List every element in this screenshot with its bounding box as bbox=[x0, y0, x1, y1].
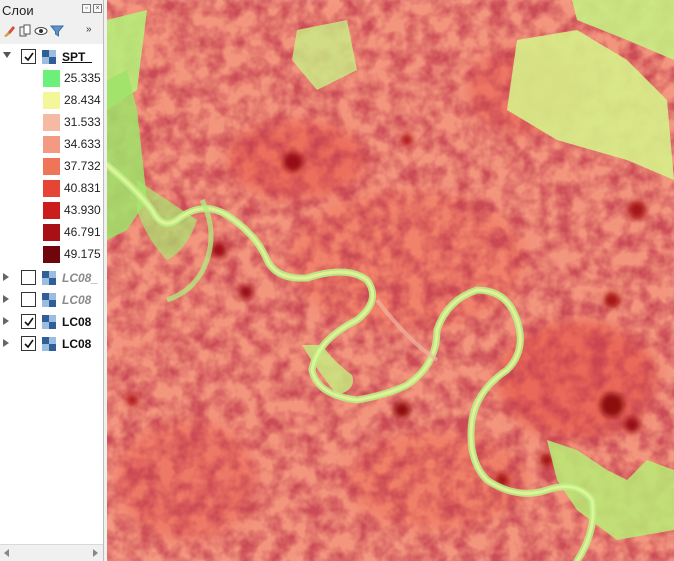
legend-item: 34.633 bbox=[0, 134, 103, 156]
horizontal-scrollbar[interactable] bbox=[0, 544, 103, 561]
legend-item: 40.831 bbox=[0, 178, 103, 200]
layer-visibility-checkbox[interactable] bbox=[21, 336, 36, 351]
legend-label: 31.533 bbox=[64, 115, 101, 129]
scroll-right-icon[interactable] bbox=[93, 549, 98, 557]
layers-panel: Слои ▫ × » SPT_ 25.335 28.434 31.533 34.… bbox=[0, 0, 104, 561]
raster-layer-icon bbox=[42, 50, 56, 64]
legend-item: 28.434 bbox=[0, 90, 103, 112]
collapse-arrow-icon[interactable] bbox=[3, 52, 11, 58]
legend-swatch bbox=[43, 202, 60, 219]
legend-swatch bbox=[43, 70, 60, 87]
layer-row-spt[interactable]: SPT_ bbox=[0, 46, 103, 68]
layer-visibility-checkbox[interactable] bbox=[21, 292, 36, 307]
legend-label: 46.791 bbox=[64, 225, 101, 239]
float-button[interactable]: ▫ bbox=[82, 4, 91, 13]
legend-item: 49.175 bbox=[0, 244, 103, 266]
raster-layer-icon bbox=[42, 293, 56, 307]
raster-layer-icon bbox=[42, 337, 56, 351]
scroll-left-icon[interactable] bbox=[4, 549, 9, 557]
expand-arrow-icon[interactable] bbox=[3, 295, 9, 303]
layer-name: SPT_ bbox=[62, 50, 93, 64]
legend-item: 31.533 bbox=[0, 112, 103, 134]
legend-swatch bbox=[43, 136, 60, 153]
legend-swatch bbox=[43, 180, 60, 197]
legend-swatch bbox=[43, 246, 60, 263]
panel-title: Слои bbox=[2, 3, 34, 18]
legend-label: 28.434 bbox=[64, 93, 101, 107]
visibility-icon[interactable] bbox=[34, 24, 48, 38]
layer-row[interactable]: LC08_ bbox=[0, 267, 103, 289]
panel-toolbar: » bbox=[0, 22, 103, 40]
layer-row[interactable]: LC08 bbox=[0, 333, 103, 355]
panel-titlebar: Слои ▫ × bbox=[0, 0, 103, 20]
add-group-icon[interactable] bbox=[18, 24, 32, 38]
legend-swatch bbox=[43, 92, 60, 109]
legend-swatch bbox=[43, 158, 60, 175]
legend-label: 43.930 bbox=[64, 203, 101, 217]
layer-visibility-checkbox[interactable] bbox=[21, 49, 36, 64]
layer-name: LC08_ bbox=[62, 271, 99, 285]
legend-label: 25.335 bbox=[64, 71, 101, 85]
legend-item: 37.732 bbox=[0, 156, 103, 178]
filter-icon[interactable] bbox=[49, 24, 65, 38]
raster-layer-icon bbox=[42, 271, 56, 285]
layer-name: LC08 bbox=[62, 337, 92, 351]
layer-name: LC08 bbox=[62, 293, 92, 307]
legend-label: 49.175 bbox=[64, 247, 101, 261]
legend-swatch bbox=[43, 114, 60, 131]
legend-item: 43.930 bbox=[0, 200, 103, 222]
legend-item: 46.791 bbox=[0, 222, 103, 244]
raster-layer-icon bbox=[42, 315, 56, 329]
more-chevron-icon[interactable]: » bbox=[86, 24, 100, 38]
layer-row[interactable]: LC08 bbox=[0, 289, 103, 311]
expand-arrow-icon[interactable] bbox=[3, 317, 9, 325]
expand-arrow-icon[interactable] bbox=[3, 339, 9, 347]
map-canvas[interactable] bbox=[107, 0, 674, 561]
close-button[interactable]: × bbox=[93, 4, 102, 13]
style-manager-icon[interactable] bbox=[2, 24, 16, 38]
expand-arrow-icon[interactable] bbox=[3, 273, 9, 281]
layer-visibility-checkbox[interactable] bbox=[21, 270, 36, 285]
legend-swatch bbox=[43, 224, 60, 241]
layer-name: LC08 bbox=[62, 315, 92, 329]
layer-tree: SPT_ 25.335 28.434 31.533 34.633 37.732 … bbox=[0, 44, 103, 544]
layer-visibility-checkbox[interactable] bbox=[21, 314, 36, 329]
legend-label: 40.831 bbox=[64, 181, 101, 195]
legend-label: 37.732 bbox=[64, 159, 101, 173]
legend-item: 25.335 bbox=[0, 68, 103, 90]
layer-row[interactable]: LC08 bbox=[0, 311, 103, 333]
legend-label: 34.633 bbox=[64, 137, 101, 151]
